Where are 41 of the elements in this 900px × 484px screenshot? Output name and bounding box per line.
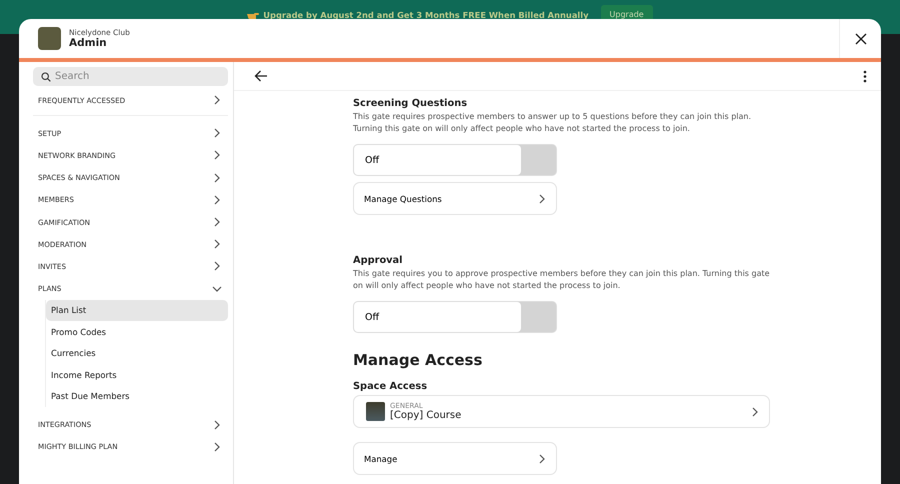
manage-link-button[interactable]: Manage Questions [353, 182, 557, 215]
chevron-right-icon [212, 442, 222, 452]
section-description: This gate requires you to approve prospective members before they can join this plan. Turning this gate on will only affect people who have not started the process to join. [353, 268, 771, 292]
chevron-right-icon [537, 454, 547, 464]
network-logo [38, 27, 61, 50]
sidebar-item[interactable]: Past Due Members [46, 385, 228, 407]
manage-link-button[interactable]: Manage [353, 442, 557, 475]
section-heading: Approval [353, 255, 404, 266]
section-heading: Space Access [353, 381, 428, 392]
chevron-right-icon [212, 420, 222, 430]
gate-toggle[interactable]: Off [353, 301, 557, 333]
space-name: [Copy] Course [390, 410, 462, 421]
chevron-right-icon [750, 406, 760, 416]
chevron-right-icon [212, 194, 222, 205]
back-button[interactable] [254, 70, 268, 82]
sidebar-item[interactable]: Plan List [46, 300, 228, 322]
page-heading: Manage Access [353, 351, 484, 369]
back-arrow-icon [254, 70, 268, 82]
chevron-right-icon [212, 217, 222, 228]
more-icon [863, 70, 867, 82]
more-button[interactable] [863, 70, 867, 82]
chevron-right-icon [537, 194, 547, 204]
dialog-title: Admin [69, 37, 108, 49]
section-description: This gate requires prospective members to answer up to 5 questions before they can join this plan. Turning this gate on will only affect people who have not started the process to join. [353, 111, 752, 135]
chevron-right-icon [212, 239, 222, 250]
gate-toggle[interactable]: Off [353, 144, 557, 176]
chevron-right-icon [212, 172, 222, 183]
chevron-right-icon [212, 150, 222, 160]
search-field[interactable]: Search [33, 67, 228, 86]
section-heading: Screening Questions [353, 98, 468, 109]
close-icon [854, 32, 866, 44]
sidebar-item[interactable]: Income Reports [46, 364, 228, 386]
chevron-down-icon [212, 284, 222, 294]
chevron-right-icon [212, 128, 222, 138]
promo-message: Upgrade by August 2nd and Get 3 Months FREE When Billed Annually [247, 10, 589, 20]
search-icon [41, 72, 51, 82]
sidebar-item[interactable]: Currencies [46, 342, 228, 364]
chevron-right-icon [212, 261, 222, 272]
chevron-right-icon [212, 95, 222, 106]
sidebar-item[interactable]: Promo Codes [46, 321, 228, 342]
space-thumbnail [366, 402, 385, 421]
